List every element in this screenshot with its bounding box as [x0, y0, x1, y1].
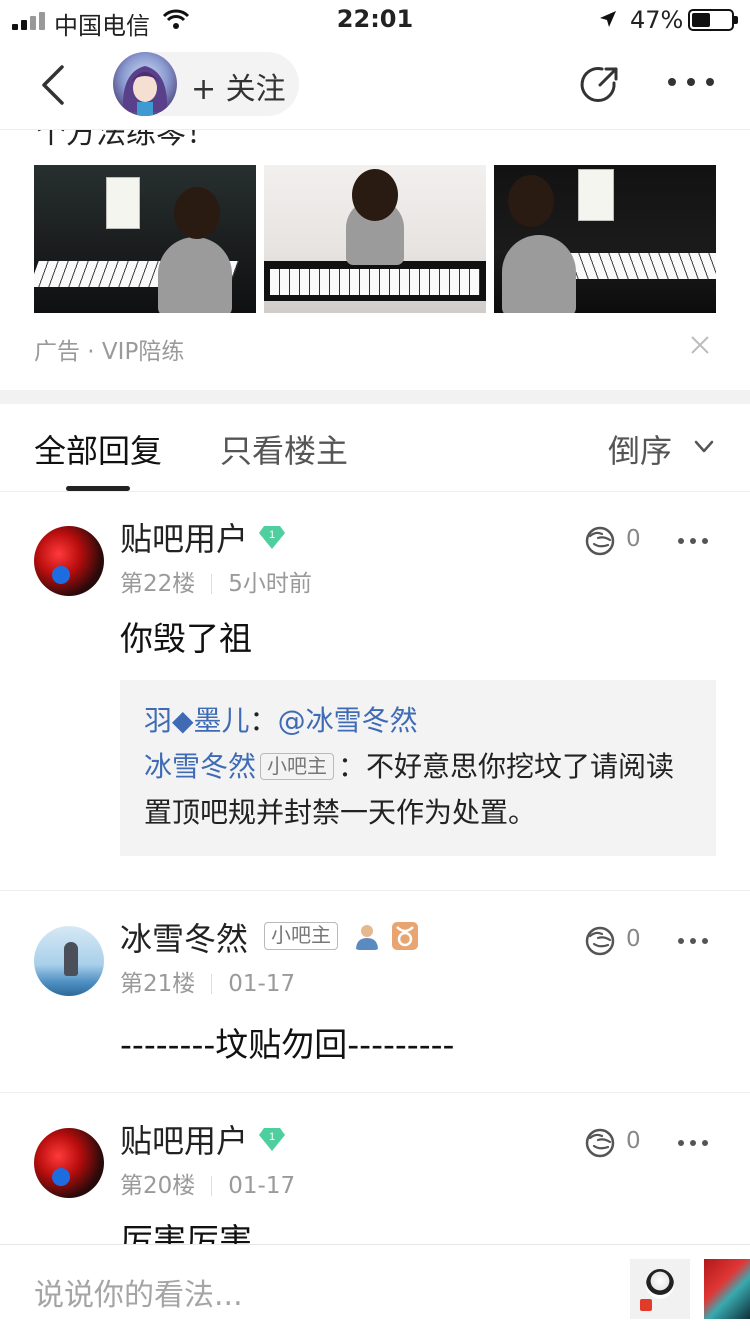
tab-owner-only[interactable]: 只看楼主	[220, 426, 348, 472]
divider	[0, 1092, 750, 1093]
level-badge-icon: 1	[259, 526, 285, 549]
post-time: 01-17	[228, 971, 296, 997]
like-icon[interactable]	[582, 524, 618, 558]
ad-image-2[interactable]	[264, 165, 486, 313]
floor-number: 第20楼	[120, 1173, 196, 1199]
divider	[0, 890, 750, 891]
level-badge-icon: 1	[259, 1128, 285, 1151]
more-options-icon[interactable]	[678, 538, 708, 544]
emoji-icon[interactable]	[630, 1259, 690, 1319]
avatar[interactable]	[34, 526, 104, 596]
quote-replier[interactable]: 冰雪冬然	[144, 750, 256, 783]
close-icon[interactable]	[688, 333, 712, 357]
back-arrow-icon[interactable]	[38, 64, 68, 106]
chevron-down-icon[interactable]	[694, 440, 714, 454]
ad-image-strip[interactable]	[34, 165, 716, 313]
quote-mention[interactable]: @冰雪冬然	[278, 704, 418, 737]
more-options-icon[interactable]	[668, 78, 714, 88]
more-options-icon[interactable]	[678, 938, 708, 944]
username[interactable]: 贴吧用户	[120, 514, 248, 560]
moderator-badge: 小吧主	[264, 922, 338, 950]
floor-info: 第20楼 01-17	[120, 1166, 295, 1200]
share-icon[interactable]	[578, 63, 622, 107]
bar-avatar[interactable]	[113, 52, 177, 116]
like-count: 0	[626, 526, 641, 552]
battery-percent: 47%	[630, 6, 684, 34]
level-number: 1	[269, 1131, 275, 1143]
post-content: 你毁了祖	[120, 619, 252, 658]
like-count: 0	[626, 926, 641, 952]
floor-info: 第22楼 5小时前	[120, 564, 312, 598]
battery-icon	[688, 9, 738, 31]
like-icon[interactable]	[582, 1126, 618, 1160]
comment-bar: 说说你的看法...	[0, 1244, 750, 1334]
active-tab-indicator	[66, 486, 130, 491]
avatar[interactable]	[34, 926, 104, 996]
status-bar: 中国电信 22:01 47%	[0, 0, 750, 40]
comment-input[interactable]: 说说你的看法...	[34, 1270, 243, 1314]
like-icon[interactable]	[582, 924, 618, 958]
floor-number: 第21楼	[120, 971, 196, 997]
reply-tabs: 全部回复 只看楼主 倒序	[0, 404, 750, 492]
taurus-zodiac-icon	[392, 922, 418, 950]
post-floor-21: 冰雪冬然 小吧主 第21楼 01-17 0 --------坟贴勿回-------…	[0, 892, 750, 1092]
like-count: 0	[626, 1128, 641, 1154]
section-divider	[0, 390, 750, 404]
quoted-reply[interactable]: 羽◆墨儿：@冰雪冬然 冰雪冬然 小吧主 ：不好意思你挖坟了请阅读置顶吧规并封禁一天作…	[120, 680, 716, 856]
user-profile-icon	[354, 922, 380, 950]
user-avatar-icon[interactable]	[704, 1259, 750, 1319]
ad-image-1[interactable]	[34, 165, 256, 313]
floor-number: 第22楼	[120, 571, 196, 597]
post-time: 5小时前	[228, 571, 312, 597]
avatar[interactable]	[34, 1128, 104, 1198]
quote-author[interactable]: 羽◆墨儿	[144, 704, 250, 737]
quote-line-1: 羽◆墨儿：@冰雪冬然	[144, 704, 418, 737]
moderator-badge: 小吧主	[260, 753, 335, 780]
post-content: --------坟贴勿回---------	[120, 1025, 455, 1064]
floor-info: 第21楼 01-17	[120, 964, 295, 998]
top-nav-bar: + 关注	[0, 40, 750, 130]
more-options-icon[interactable]	[678, 1140, 708, 1146]
post-time: 01-17	[228, 1173, 296, 1199]
tab-all-replies[interactable]: 全部回复	[34, 426, 162, 472]
level-number: 1	[269, 529, 275, 541]
sort-toggle[interactable]: 倒序	[608, 426, 672, 472]
post-floor-22: 贴吧用户 1 第22楼 5小时前 0 你毁了祖 羽◆墨儿：@冰雪冬然 冰雪冬然 小吧…	[0, 492, 750, 890]
post-floor-20: 贴吧用户 1 第20楼 01-17 0 厉害厉害	[0, 1094, 750, 1244]
follow-button[interactable]: + 关注	[191, 64, 286, 108]
quote-line-2: 冰雪冬然 小吧主 ：不好意思你挖坟了请阅读置顶吧规并封禁一天作为处置。	[144, 750, 675, 829]
post-content: 厉害厉害	[120, 1221, 252, 1244]
username[interactable]: 冰雪冬然	[120, 914, 248, 960]
username[interactable]: 贴吧用户	[120, 1116, 248, 1162]
bar-follow-pill[interactable]: + 关注	[113, 52, 299, 116]
location-arrow-icon	[600, 11, 616, 27]
ad-label: 广告 · VIP陪练	[34, 339, 185, 365]
ad-image-3[interactable]	[494, 165, 716, 313]
